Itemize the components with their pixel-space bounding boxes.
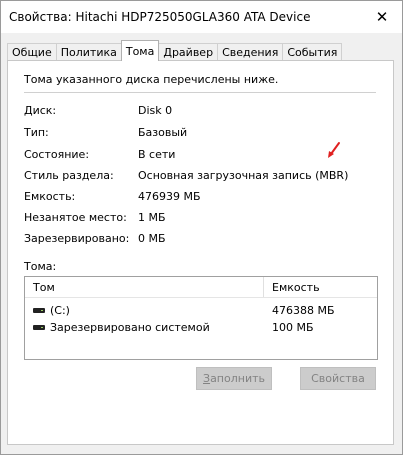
partition-style-label: Стиль раздела: [24, 169, 114, 182]
populate-button[interactable]: Заполнить [196, 367, 272, 390]
partition-style-value: Основная загрузочная запись (MBR) [138, 169, 349, 182]
volume-size: 476388 МБ [272, 304, 335, 317]
disk-value: Disk 0 [138, 104, 173, 117]
list-item[interactable]: (C:) 476388 МБ [25, 303, 377, 319]
capacity-label: Емкость: [24, 190, 76, 203]
populate-label: аполнить [210, 372, 265, 385]
tab-label: Сведения [222, 46, 279, 59]
status-label: Состояние: [24, 148, 90, 161]
drive-icon [33, 325, 45, 330]
list-item[interactable]: Зарезервировано системой 100 МБ [25, 320, 377, 336]
type-value: Базовый [138, 126, 188, 139]
status-value: В сети [138, 148, 176, 161]
tab-policy[interactable]: Политика [55, 43, 122, 61]
unallocated-value: 1 МБ [138, 211, 166, 224]
capacity-value: 476939 МБ [138, 190, 201, 203]
window-title: Свойства: Hitachi HDP725050GLA360 ATA De… [9, 10, 311, 24]
list-header: Том Емкость [25, 277, 377, 298]
tab-details[interactable]: Сведения [217, 43, 284, 61]
tab-label: Общие [12, 46, 52, 59]
volume-name: Зарезервировано системой [50, 321, 210, 334]
tab-label: Тома [125, 44, 155, 58]
tab-volumes[interactable]: Тома [120, 40, 160, 61]
tab-label: Политика [60, 46, 117, 59]
column-divider[interactable] [263, 277, 264, 297]
separator [24, 92, 376, 93]
drive-icon [33, 308, 45, 313]
properties-dialog: Свойства: Hitachi HDP725050GLA360 ATA De… [0, 0, 403, 455]
properties-button[interactable]: Свойства [300, 367, 376, 390]
reserved-label: Зарезервировано: [24, 232, 130, 245]
volumes-panel: Тома указанного диска перечислены ниже. … [7, 60, 394, 445]
populate-mnemonic: З [203, 372, 211, 385]
properties-label: Свойства [311, 372, 365, 385]
tab-events[interactable]: События [282, 43, 343, 61]
tab-driver[interactable]: Драйвер [158, 43, 219, 61]
unallocated-label: Незанятое место: [24, 211, 127, 224]
column-header-volume[interactable]: Том [33, 281, 55, 294]
close-button[interactable]: ✕ [368, 4, 396, 30]
volumes-list[interactable]: Том Емкость (C:) 476388 МБ Зарезервирова… [24, 276, 378, 360]
tab-label: События [287, 46, 338, 59]
intro-text: Тома указанного диска перечислены ниже. [24, 73, 279, 86]
close-icon: ✕ [375, 8, 389, 26]
volumes-label: Тома: [24, 260, 57, 273]
type-label: Тип: [24, 126, 49, 139]
column-header-capacity[interactable]: Емкость [272, 281, 320, 294]
annotation-arrow-icon [328, 142, 340, 158]
tab-label: Драйвер [163, 46, 214, 59]
title-bar: Свойства: Hitachi HDP725050GLA360 ATA De… [1, 1, 402, 33]
volume-name: (C:) [50, 304, 70, 317]
tab-general[interactable]: Общие [7, 43, 57, 61]
reserved-value: 0 МБ [138, 232, 166, 245]
volume-size: 100 МБ [272, 321, 314, 334]
disk-label: Диск: [24, 104, 57, 117]
tab-strip: Общие Политика Тома Драйвер Сведения Соб… [7, 40, 343, 61]
